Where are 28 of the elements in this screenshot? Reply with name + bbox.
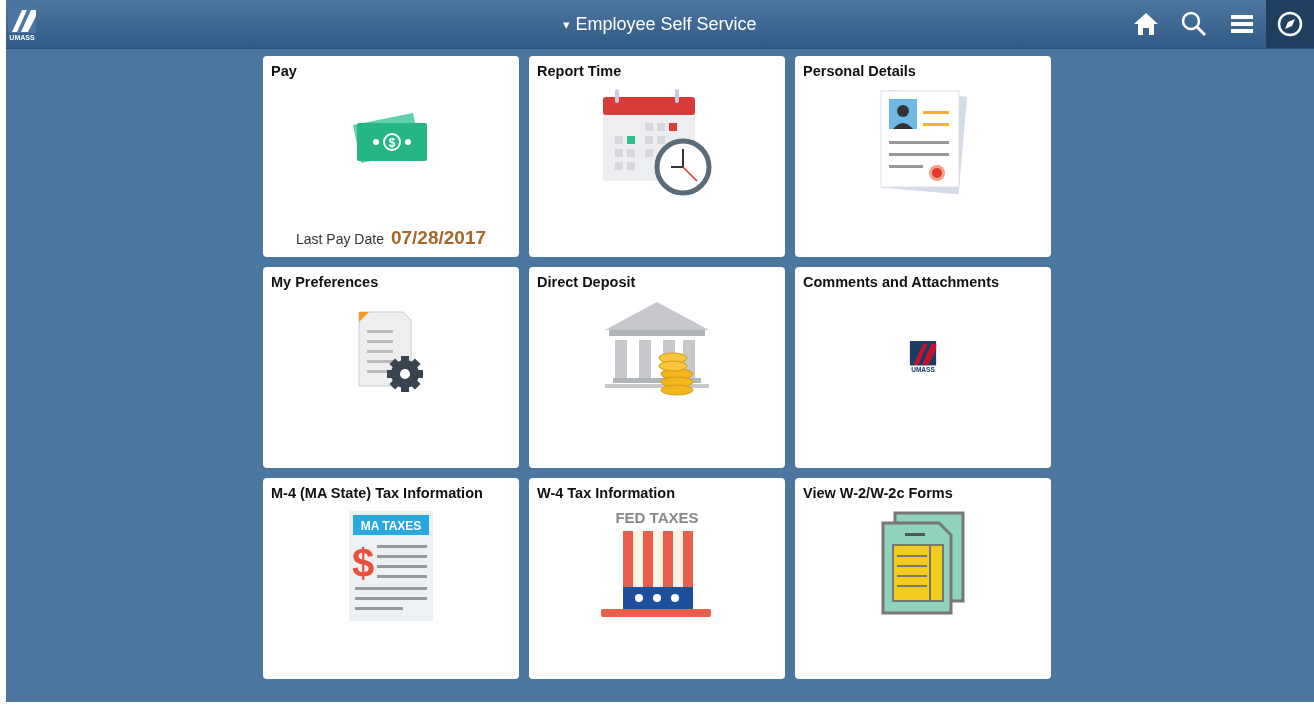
tile-title: Personal Details: [803, 63, 916, 79]
last-pay-date-value: 07/28/2017: [390, 227, 486, 249]
tile[interactable]: M-4 (MA State) Tax Information MA TAXES $: [263, 478, 519, 679]
tile[interactable]: Personal Details: [795, 56, 1051, 257]
menu-icon: [1231, 14, 1253, 34]
page-title-dropdown[interactable]: ▾ Employee Self Service: [563, 13, 757, 35]
calendar-clock-icon: [601, 87, 713, 197]
tile-title: Comments and Attachments: [803, 274, 1000, 290]
tile[interactable]: Report Time: [529, 56, 785, 257]
search-icon: [1181, 11, 1207, 37]
tile-title: W-4 Tax Information: [537, 485, 675, 501]
tile-title: Report Time: [537, 63, 622, 79]
tile[interactable]: View W-2/W-2c Forms: [795, 478, 1051, 679]
tile[interactable]: Direct Deposit: [529, 267, 785, 468]
tile[interactable]: My Preferences: [263, 267, 519, 468]
tile-title: M-4 (MA State) Tax Information: [271, 485, 483, 501]
home-icon: [1133, 12, 1159, 36]
tax-document-icon: MA TAXES $: [349, 511, 433, 621]
tile[interactable]: Pay $ Last Pay Date 07/28/2017: [263, 56, 519, 257]
document-stack-icon: [881, 511, 965, 615]
navigator-button[interactable]: [1266, 0, 1314, 48]
tile-title: View W-2/W-2c Forms: [803, 485, 953, 501]
compass-icon: [1277, 11, 1303, 37]
last-pay-date-label: Last Pay Date: [296, 231, 384, 247]
tile-title: Pay: [271, 63, 297, 79]
tile-title: My Preferences: [271, 274, 379, 290]
tile[interactable]: W-4 Tax Information FED TAXES: [529, 478, 785, 679]
tile-title: Direct Deposit: [537, 274, 636, 290]
